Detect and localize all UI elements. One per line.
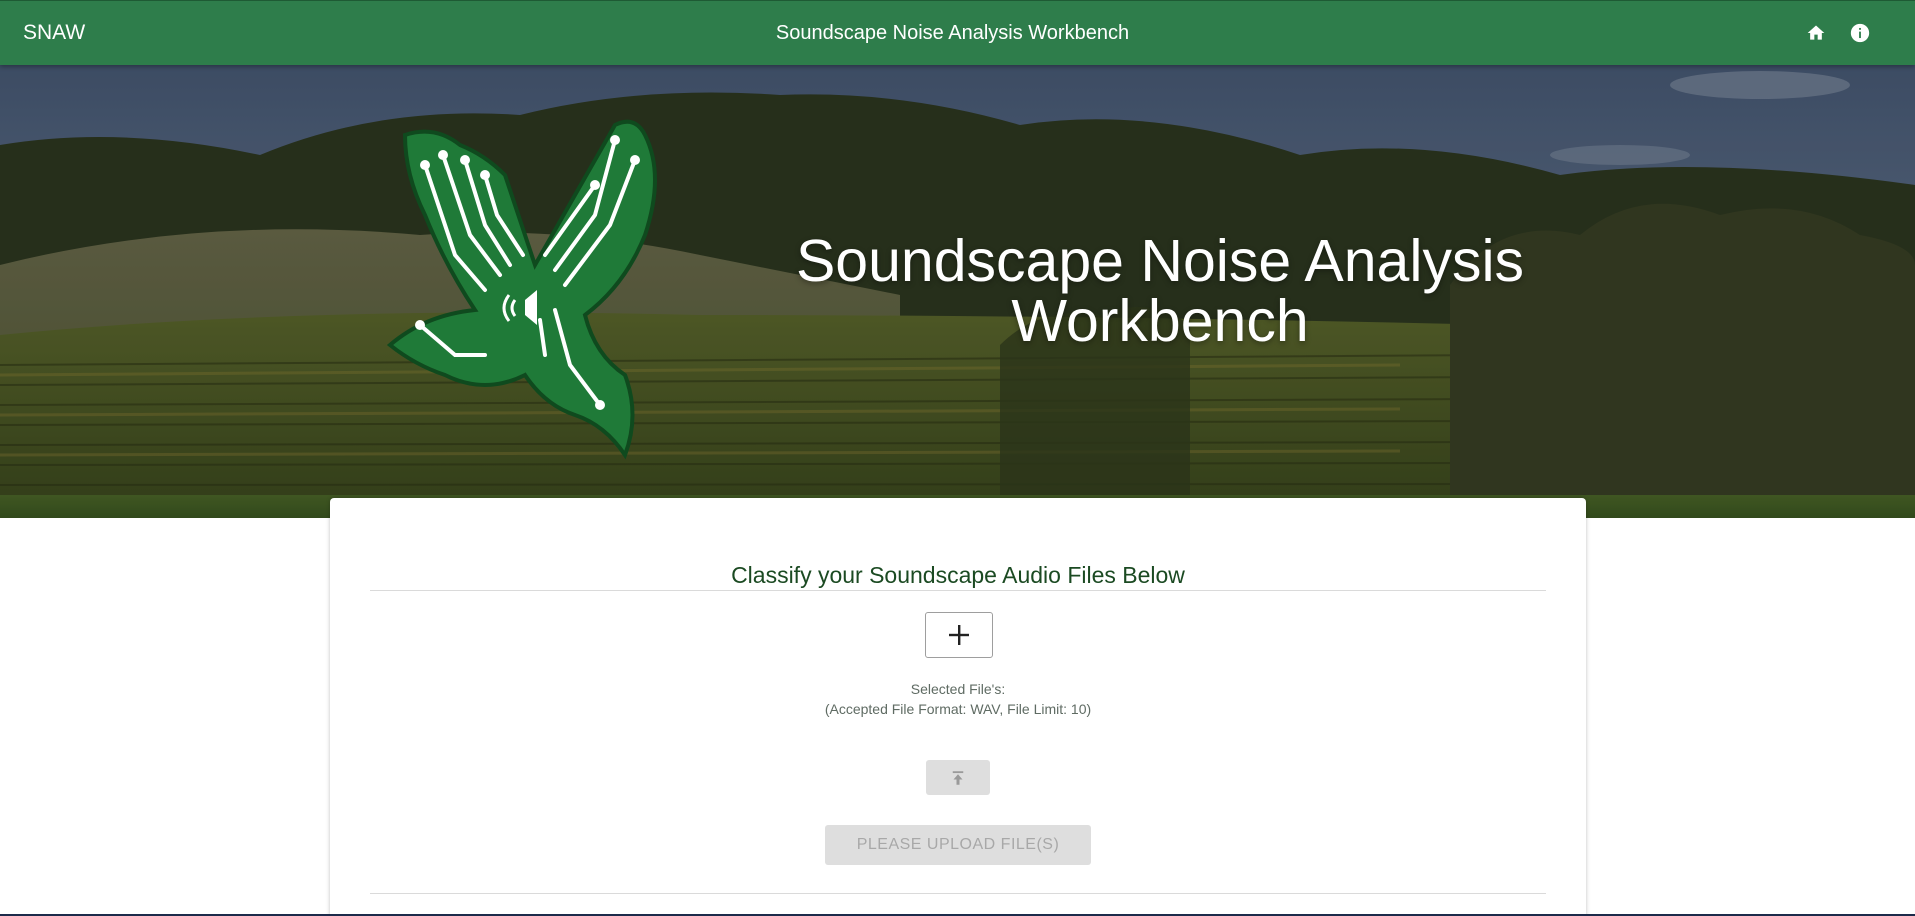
app-bar-title: Soundscape Noise Analysis Workbench xyxy=(775,22,1130,44)
home-icon xyxy=(1807,25,1825,40)
home-button[interactable] xyxy=(1802,19,1830,47)
upload-icon-button[interactable] xyxy=(926,760,990,795)
file-format-label: (Accepted File Format: WAV, File Limit: … xyxy=(824,701,1092,717)
card-heading: Classify your Soundscape Audio Files Bel… xyxy=(731,562,1185,588)
info-button[interactable] xyxy=(1846,19,1874,47)
bottom-divider xyxy=(370,893,1546,894)
heading-divider xyxy=(370,590,1546,591)
hero-title: Soundscape Noise Analysis Workbench xyxy=(795,228,1525,354)
info-icon xyxy=(1850,23,1870,43)
selected-files-label: Selected File's: xyxy=(910,681,1006,697)
top-app-bar: SNAW Soundscape Noise Analysis Workbench xyxy=(0,0,1915,65)
upload-files-button[interactable]: PLEASE UPLOAD FILE(S) xyxy=(825,825,1091,865)
hero-banner: Soundscape Noise Analysis Workbench xyxy=(0,65,1915,518)
add-files-button[interactable] xyxy=(925,612,993,658)
circuit-bird-logo xyxy=(386,119,657,460)
classify-card: Classify your Soundscape Audio Files Bel… xyxy=(330,498,1586,914)
plus-icon xyxy=(949,625,969,645)
page: SNAW Soundscape Noise Analysis Workbench xyxy=(0,0,1915,914)
upload-icon xyxy=(952,770,964,785)
